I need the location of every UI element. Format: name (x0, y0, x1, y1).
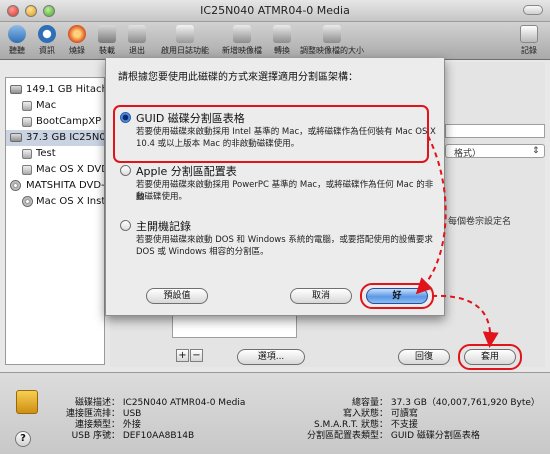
info-key: 分割區配置表類型： (306, 431, 388, 441)
help-button[interactable]: ? (15, 431, 31, 447)
info-row: USB 序號： DEF10AA8B14B (50, 428, 195, 441)
info-value: GUID 磁碟分割區表格 (390, 431, 480, 441)
arrow-guid-to-ok (415, 135, 447, 295)
info-key: USB 序號： (71, 431, 120, 441)
usb-disk-icon (16, 390, 38, 414)
info-value: DEF10AA8B14B (122, 431, 195, 441)
arrow-ok-to-apply (431, 294, 499, 348)
info-row: 分割區配置表類型： GUID 磁碟分割區表格 (294, 428, 480, 441)
disk-info-bar: ? 磁碟描述： IC25N040 ATMR04-0 Media 連接匯流排： U… (0, 372, 550, 454)
